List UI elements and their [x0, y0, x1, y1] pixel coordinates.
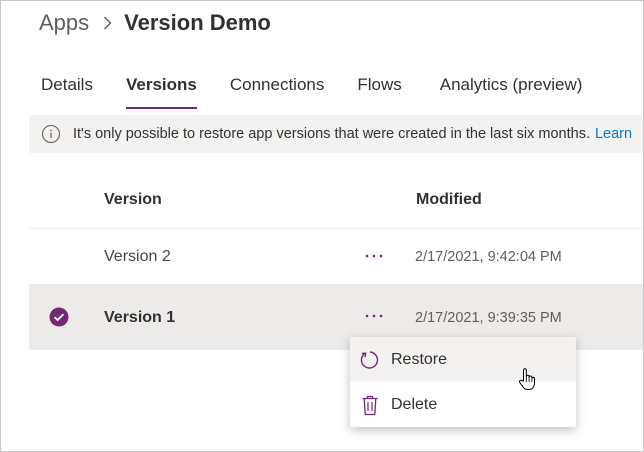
tab-analytics[interactable]: Analytics (preview) [440, 75, 583, 109]
column-header-modified[interactable]: Modified [416, 191, 482, 209]
info-message-bar: It's only possible to restore app versio… [29, 115, 643, 153]
tab-connections[interactable]: Connections [230, 75, 325, 109]
modified-date: 2/17/2021, 9:39:35 PM [415, 310, 562, 326]
version-name: Version 2 [104, 248, 171, 265]
breadcrumb: Apps Version Demo [39, 7, 271, 39]
modified-date: 2/17/2021, 9:42:04 PM [415, 249, 562, 265]
context-menu: Restore Delete [350, 337, 576, 427]
table-row[interactable]: Version 2 2/17/2021, 9:42:04 PM [29, 228, 643, 284]
more-options-icon[interactable] [362, 306, 386, 326]
restore-label: Restore [391, 350, 448, 368]
more-options-icon[interactable] [362, 246, 386, 266]
chevron-right-icon [103, 16, 112, 30]
tab-bar: Details Versions Connections Flows Analy… [41, 75, 582, 109]
app-frame: Apps Version Demo Details Versions Conne… [0, 0, 644, 452]
info-message-text: It's only possible to restore app versio… [73, 126, 590, 142]
breadcrumb-apps-link[interactable]: Apps [39, 10, 89, 36]
info-icon [41, 124, 61, 144]
hand-pointer-cursor-icon [519, 368, 535, 390]
tab-flows[interactable]: Flows [357, 75, 401, 109]
version-name: Version 1 [104, 309, 176, 326]
delete-menu-item[interactable]: Delete [350, 382, 576, 427]
tab-details[interactable]: Details [41, 75, 93, 109]
column-header-version[interactable]: Version [104, 191, 162, 209]
trash-icon [359, 394, 381, 416]
restore-icon [359, 349, 381, 371]
learn-more-link[interactable]: Learn [595, 126, 632, 142]
tab-versions[interactable]: Versions [125, 75, 197, 109]
checkmark-circle-icon[interactable] [49, 307, 69, 327]
restore-menu-item[interactable]: Restore [350, 337, 576, 382]
delete-label: Delete [391, 395, 438, 413]
page-title: Version Demo [124, 10, 271, 35]
